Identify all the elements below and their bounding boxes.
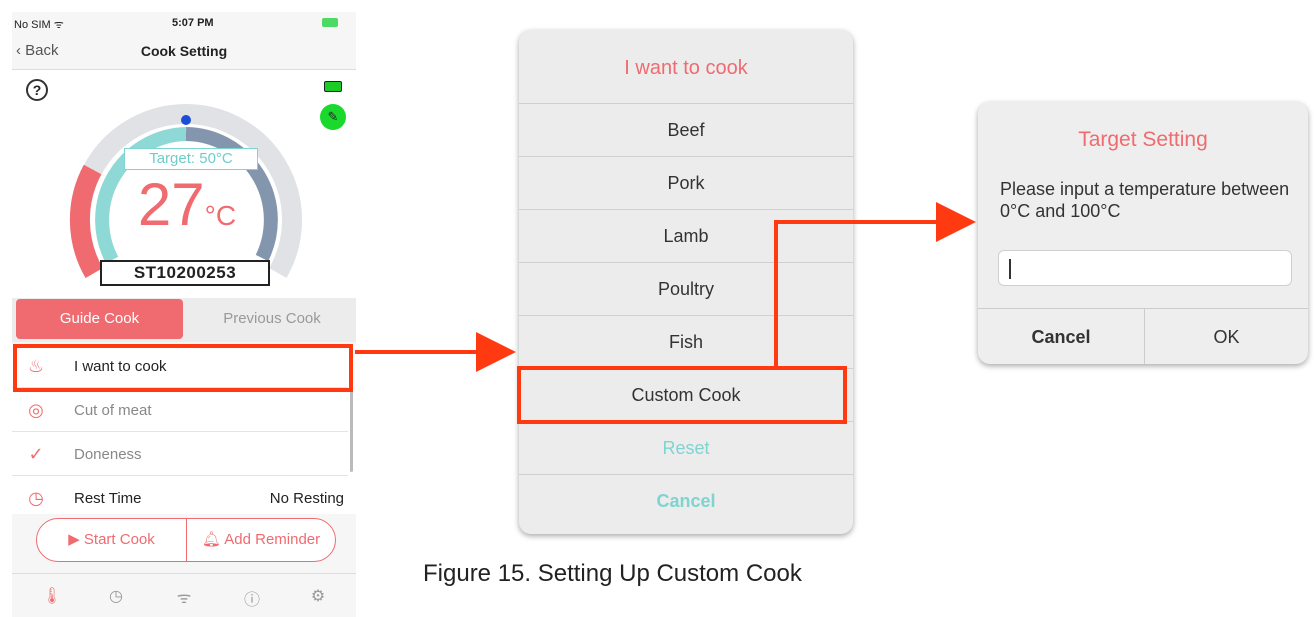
figure-caption: Figure 15. Setting Up Custom Cook xyxy=(423,560,802,587)
info-icon[interactable]: ⓘ xyxy=(240,586,264,610)
add-reminder-label: Add Reminder xyxy=(224,531,321,548)
check-icon: ✓ xyxy=(28,444,44,464)
cancel-button[interactable]: Cancel xyxy=(519,475,853,528)
text-cursor xyxy=(1009,259,1011,279)
gauge-target-marker xyxy=(181,115,191,125)
highlight-i-want-to-cook xyxy=(13,344,353,392)
current-temperature-value: 27 xyxy=(137,171,205,238)
list-item-label: Cut of meat xyxy=(74,402,152,419)
list-item-label: Doneness xyxy=(74,446,142,463)
list-item-rest-time[interactable]: ◷ Rest Time No Resting xyxy=(12,476,348,520)
status-bar: No SIM ᯤ 5:07 PM xyxy=(12,12,356,34)
highlight-custom-cook xyxy=(517,366,847,424)
option-fish[interactable]: Fish xyxy=(519,316,853,369)
option-beef[interactable]: Beef xyxy=(519,104,853,157)
dialog-cancel-button[interactable]: Cancel xyxy=(978,309,1144,364)
list-item-doneness[interactable]: ✓ Doneness xyxy=(12,432,348,476)
device-id: ST10200253 xyxy=(100,260,270,286)
i-want-to-cook-sheet: I want to cook Beef Pork Lamb Poultry Fi… xyxy=(519,30,853,534)
cook-mode-tabs: Guide Cook Previous Cook xyxy=(12,298,356,342)
clock-icon[interactable]: ◷ xyxy=(104,586,128,606)
dialog-buttons: Cancel OK xyxy=(978,308,1308,364)
dialog-ok-button[interactable]: OK xyxy=(1145,309,1308,364)
status-battery-icon xyxy=(322,18,338,27)
clock-icon: ◷ xyxy=(28,488,44,508)
temperature-input[interactable] xyxy=(998,250,1292,286)
list-item-label: Rest Time xyxy=(74,490,142,507)
option-poultry[interactable]: Poultry xyxy=(519,263,853,316)
current-temperature: 27°C xyxy=(102,170,272,239)
play-icon: ▶ xyxy=(68,531,84,548)
list-item-value: No Resting xyxy=(269,490,344,507)
option-pork[interactable]: Pork xyxy=(519,157,853,210)
current-temperature-unit: °C xyxy=(204,200,237,231)
sheet-title: I want to cook xyxy=(519,30,853,104)
add-reminder-button[interactable]: 🔔︎ Add Reminder xyxy=(187,519,335,561)
dialog-title: Target Setting xyxy=(1078,128,1208,151)
wifi-icon[interactable]: ᯤ xyxy=(172,586,196,608)
status-time: 5:07 PM xyxy=(172,17,214,29)
bottom-tab-bar: 🌡︎ ◷ ᯤ ⓘ ⚙︎ xyxy=(12,573,356,617)
steak-icon: ◎ xyxy=(28,400,44,420)
dialog-message: Please input a temperature between 0°C a… xyxy=(1000,179,1290,221)
cook-setting-screen: No SIM ᯤ 5:07 PM ‹ Back Cook Setting ? ✎… xyxy=(12,12,356,617)
settings-icon[interactable]: ⚙︎ xyxy=(306,586,330,606)
temperature-gauge-panel: ? ✎ Target: 50°C 27°C ST10200253 xyxy=(12,70,356,298)
tab-previous-cook[interactable]: Previous Cook xyxy=(192,299,352,339)
page-title: Cook Setting xyxy=(140,43,228,59)
gauge-red-segment xyxy=(69,164,103,279)
target-temperature-label: Target: 50°C xyxy=(124,148,258,170)
bell-icon: 🔔︎ xyxy=(201,531,225,548)
thermometer-icon[interactable]: 🌡︎ xyxy=(40,586,64,606)
start-cook-label: Start Cook xyxy=(83,531,155,548)
start-cook-button[interactable]: ▶ Start Cook xyxy=(37,519,186,561)
list-item-cut-of-meat[interactable]: ◎ Cut of meat xyxy=(12,388,348,432)
action-buttons: ▶ Start Cook 🔔︎ Add Reminder xyxy=(36,518,336,562)
option-lamb[interactable]: Lamb xyxy=(519,210,853,263)
target-setting-dialog: Target Setting Please input a temperatur… xyxy=(978,102,1308,364)
navigation-bar: ‹ Back Cook Setting xyxy=(12,34,356,70)
carrier-label: No SIM ᯤ xyxy=(14,19,64,31)
list-scrollbar[interactable] xyxy=(350,386,353,472)
reset-button[interactable]: Reset xyxy=(519,422,853,475)
tab-guide-cook[interactable]: Guide Cook xyxy=(16,299,183,339)
